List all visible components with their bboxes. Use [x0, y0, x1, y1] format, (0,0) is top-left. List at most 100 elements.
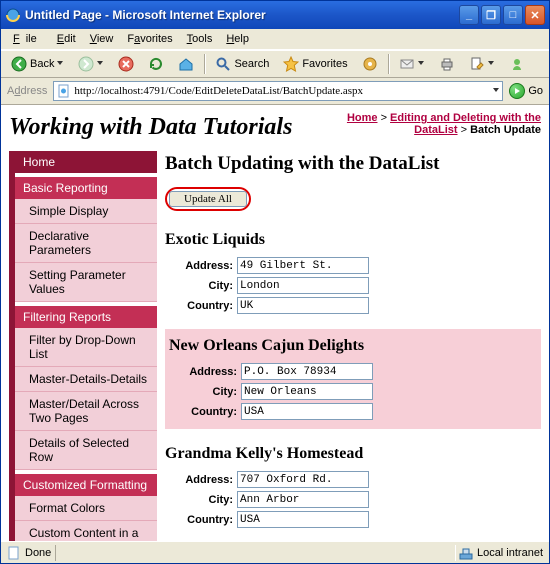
sidebar-group-head[interactable]: Customized Formatting: [15, 474, 157, 496]
address-input[interactable]: [237, 471, 369, 488]
forward-button[interactable]: [74, 54, 108, 74]
supplier-name: New Orleans Cajun Delights: [169, 337, 537, 355]
viewport[interactable]: Working with Data Tutorials Home > Editi…: [1, 105, 549, 541]
sidebar-item[interactable]: Format Colors: [15, 496, 157, 521]
messenger-button[interactable]: [505, 54, 529, 74]
media-button[interactable]: [358, 54, 382, 74]
address-input[interactable]: [241, 363, 373, 380]
menu-tools[interactable]: Tools: [181, 31, 219, 47]
restore-button[interactable]: ❐: [481, 5, 501, 25]
menu-file[interactable]: File: [7, 31, 49, 47]
sidebar-item[interactable]: Details of Selected Row: [15, 431, 157, 470]
menubar: File Edit View Favorites Tools Help: [1, 29, 549, 50]
close-button[interactable]: ✕: [525, 5, 545, 25]
maximize-button[interactable]: □: [503, 5, 523, 25]
field-label-address: Address:: [165, 260, 233, 272]
field-label-address: Address:: [169, 366, 237, 378]
star-icon: [283, 56, 299, 72]
field-label-address: Address:: [165, 474, 233, 486]
mail-icon: [399, 56, 415, 72]
media-icon: [362, 56, 378, 72]
sidebar-item[interactable]: Custom Content in a GridView: [15, 521, 157, 541]
chevron-down-icon: [418, 61, 425, 68]
print-icon: [439, 56, 455, 72]
update-all-highlight: Update All: [165, 187, 251, 211]
sidebar-item[interactable]: Setting Parameter Values: [15, 263, 157, 302]
back-button[interactable]: Back: [7, 54, 68, 74]
chevron-down-icon[interactable]: [493, 88, 500, 95]
page-title: Working with Data Tutorials: [9, 114, 331, 141]
supplier-name: Grandma Kelly's Homestead: [165, 445, 541, 463]
search-icon: [215, 56, 231, 72]
city-input[interactable]: [241, 383, 373, 400]
chevron-down-icon: [488, 61, 495, 68]
addressbar: Address Go: [1, 78, 549, 105]
refresh-icon: [148, 56, 164, 72]
field-label-country: Country:: [165, 514, 233, 526]
sidebar-item[interactable]: Filter by Drop-Down List: [15, 328, 157, 367]
menu-edit[interactable]: Edit: [51, 31, 82, 47]
page-icon: [7, 546, 21, 560]
messenger-icon: [509, 56, 525, 72]
window-controls: _ ❐ □ ✕: [459, 5, 545, 25]
field-label-city: City:: [165, 280, 233, 292]
edit-icon: [469, 56, 485, 72]
mail-button[interactable]: [395, 54, 429, 74]
url-input[interactable]: [72, 83, 493, 99]
field-label-city: City:: [165, 494, 233, 506]
page-icon: [56, 83, 72, 99]
separator: [388, 54, 389, 74]
country-input[interactable]: [241, 403, 373, 420]
menu-view[interactable]: View: [84, 31, 120, 47]
home-button[interactable]: [174, 54, 198, 74]
sidebar-item[interactable]: Declarative Parameters: [15, 224, 157, 263]
window-title: Untitled Page - Microsoft Internet Explo…: [25, 8, 459, 22]
minimize-button[interactable]: _: [459, 5, 479, 25]
print-button[interactable]: [435, 54, 459, 74]
address-label: Address: [7, 85, 47, 97]
go-label: Go: [528, 85, 543, 97]
field-label-city: City:: [169, 386, 237, 398]
city-input[interactable]: [237, 277, 369, 294]
supplier-block: New Orleans Cajun Delights Address: City: C…: [165, 329, 541, 429]
address-field[interactable]: [53, 81, 503, 101]
chevron-down-icon: [57, 61, 64, 68]
search-button[interactable]: Search: [211, 54, 273, 74]
app-window: Untitled Page - Microsoft Internet Explo…: [0, 0, 550, 564]
status-text: Done: [25, 547, 51, 559]
country-input[interactable]: [237, 297, 369, 314]
chevron-down-icon: [97, 61, 104, 68]
app-icon: [5, 7, 21, 23]
security-zone: Local intranet: [477, 547, 543, 559]
sidebar-group-head[interactable]: Filtering Reports: [15, 306, 157, 328]
main-content: Batch Updating with the DataList Update …: [165, 151, 541, 541]
menu-favorites[interactable]: Favorites: [121, 31, 178, 47]
update-all-button[interactable]: Update All: [169, 191, 247, 207]
menu-help[interactable]: Help: [220, 31, 255, 47]
favorites-label: Favorites: [302, 58, 347, 70]
supplier-block: Grandma Kelly's Homestead Address: City: Co…: [165, 439, 541, 533]
search-label: Search: [234, 58, 269, 70]
sidebar-item[interactable]: Simple Display: [15, 199, 157, 224]
go-icon: [509, 83, 525, 99]
favorites-button[interactable]: Favorites: [279, 54, 351, 74]
go-button[interactable]: Go: [509, 83, 543, 99]
statusbar: Done Local intranet: [1, 541, 549, 563]
back-label: Back: [30, 58, 54, 70]
city-input[interactable]: [237, 491, 369, 508]
sidebar-home[interactable]: Home: [15, 151, 157, 173]
sidebar-item[interactable]: Master/Detail Across Two Pages: [15, 392, 157, 431]
field-label-country: Country:: [169, 406, 237, 418]
refresh-button[interactable]: [144, 54, 168, 74]
country-input[interactable]: [237, 511, 369, 528]
edit-button[interactable]: [465, 54, 499, 74]
stop-icon: [118, 56, 134, 72]
separator: [204, 54, 205, 74]
sidebar-group-head[interactable]: Basic Reporting: [15, 177, 157, 199]
address-input[interactable]: [237, 257, 369, 274]
stop-button[interactable]: [114, 54, 138, 74]
sidebar-item[interactable]: Master-Details-Details: [15, 367, 157, 392]
supplier-name: Exotic Liquids: [165, 231, 541, 249]
breadcrumb-home[interactable]: Home: [347, 112, 378, 124]
zone-icon: [459, 546, 473, 560]
